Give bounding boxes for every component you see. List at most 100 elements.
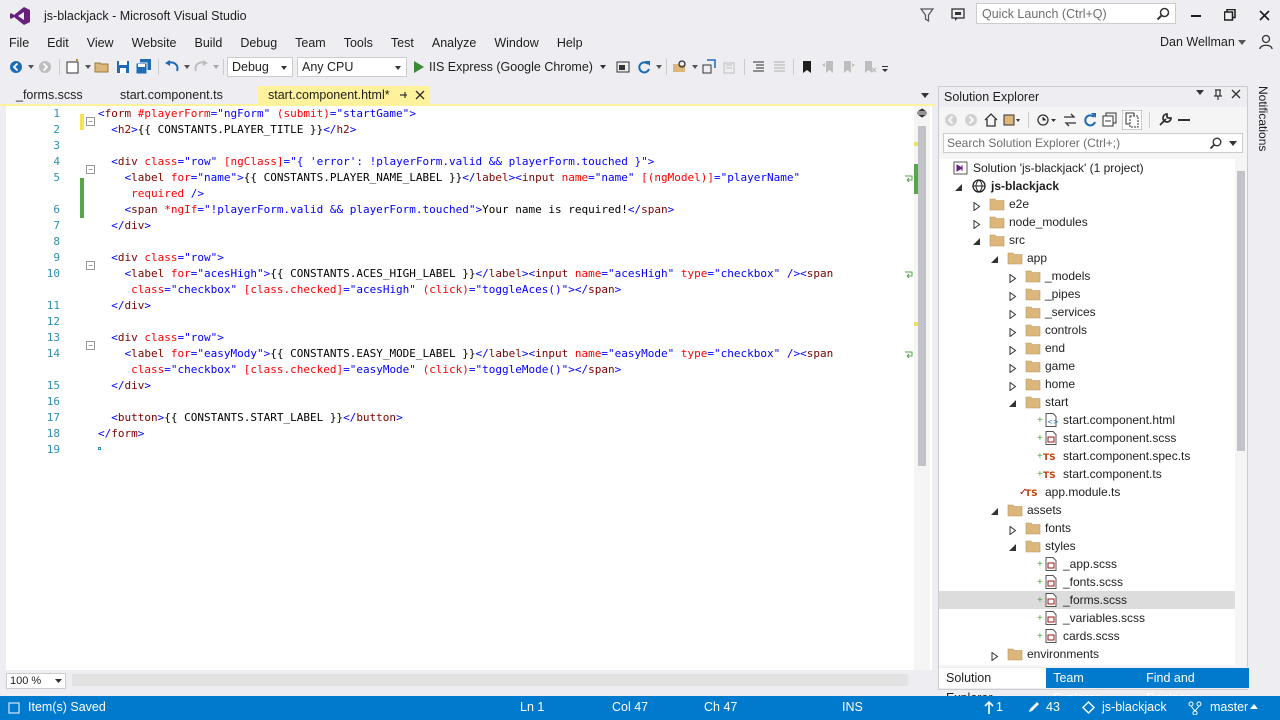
status-insert-mode[interactable]: INS — [842, 700, 863, 714]
tree-node-start-component-ts[interactable]: + TS start.component.ts — [1037, 465, 1162, 483]
user-account-icon[interactable] — [1258, 34, 1274, 50]
filter-icon[interactable] — [920, 7, 934, 23]
tree-node-start-component-spec-ts[interactable]: + TS start.component.spec.ts — [1037, 447, 1190, 465]
menu-file[interactable]: File — [0, 36, 38, 50]
code-line[interactable]: <label for="easyMody">{{ CONSTANTS.EASY_… — [98, 346, 834, 362]
tree-node-styles[interactable]: styles — [1009, 537, 1076, 555]
tree-node-controls[interactable]: controls — [1009, 321, 1087, 339]
close-window-button[interactable] — [1254, 6, 1274, 24]
tree-node-start[interactable]: start — [1009, 393, 1068, 411]
user-name[interactable]: Dan Wellman — [1160, 35, 1235, 49]
tree-node-app[interactable]: app — [991, 249, 1047, 267]
tree-node-game[interactable]: game — [1009, 357, 1075, 375]
editor-vertical-scrollbar[interactable] — [914, 106, 930, 670]
previous-bookmark-button[interactable] — [818, 57, 838, 77]
forward-button[interactable] — [35, 57, 55, 77]
code-line[interactable]: <h2>{{ CONSTANTS.PLAYER_TITLE }}</h2> — [98, 122, 356, 138]
refresh-browser-button[interactable] — [634, 57, 654, 77]
solution-explorer-search-input[interactable]: Search Solution Explorer (Ctrl+;) — [943, 133, 1243, 153]
maximize-button[interactable] — [1220, 6, 1240, 24]
solution-configuration-select[interactable]: Debug — [227, 57, 293, 77]
collapse-arrow-icon[interactable] — [972, 238, 981, 246]
minimize-button[interactable] — [1186, 6, 1206, 24]
tree-node-models[interactable]: _models — [1009, 267, 1090, 285]
refresh-icon[interactable] — [1082, 112, 1098, 128]
menu-window[interactable]: Window — [485, 36, 547, 50]
find-in-files-button[interactable] — [670, 57, 690, 77]
collapse-arrow-icon[interactable] — [1008, 544, 1017, 552]
show-all-files-icon[interactable] — [1122, 110, 1142, 130]
editor-horizontal-scrollbar[interactable] — [72, 674, 908, 686]
comment-out-button[interactable] — [748, 57, 768, 77]
chevron-down-icon[interactable] — [1229, 141, 1237, 147]
clear-bookmarks-button[interactable] — [860, 57, 880, 77]
scrollbar-thumb[interactable] — [918, 126, 926, 466]
zoom-level-select[interactable]: 100 % — [6, 673, 66, 689]
tree-node-solution-js-blackjack-1-project[interactable]: Solution 'js-blackjack' (1 project) — [953, 159, 1144, 177]
code-line[interactable]: <form #playerForm="ngForm" (submit)="sta… — [98, 106, 416, 122]
save-all-button[interactable] — [134, 57, 154, 77]
tree-node-variables-scss[interactable]: + _variables.scss — [1037, 609, 1145, 627]
panel-options-icon[interactable] — [1195, 89, 1205, 97]
search-icon[interactable] — [1209, 137, 1222, 150]
undo-button[interactable] — [162, 57, 182, 77]
tree-node-services[interactable]: _services — [1009, 303, 1096, 321]
chevron-down-icon[interactable] — [183, 64, 191, 70]
collapse-region-icon[interactable]: − — [86, 341, 95, 350]
chevron-down-icon[interactable] — [599, 64, 607, 70]
menu-view[interactable]: View — [78, 36, 123, 50]
code-line[interactable]: <label for="acesHigh">{{ CONSTANTS.ACES_… — [98, 266, 834, 282]
menu-build[interactable]: Build — [186, 36, 232, 50]
quick-launch-input[interactable]: Quick Launch (Ctrl+Q) — [976, 3, 1176, 24]
expand-arrow-icon[interactable] — [1009, 382, 1017, 391]
chevron-down-icon[interactable] — [1238, 40, 1246, 46]
pencil-icon[interactable] — [1028, 701, 1040, 713]
code-line[interactable]: <div class="row"> — [98, 250, 224, 266]
menu-test[interactable]: Test — [382, 36, 423, 50]
menu-debug[interactable]: Debug — [231, 36, 286, 50]
close-panel-icon[interactable] — [1231, 89, 1241, 99]
code-line[interactable]: class="checkbox" [class.checked]="easyMo… — [98, 362, 621, 378]
tab-forms-scss[interactable]: _forms.scss — [6, 86, 93, 104]
toolbar-overflow-icon[interactable] — [881, 62, 889, 72]
expand-arrow-icon[interactable] — [1009, 274, 1017, 283]
home-icon[interactable] — [983, 112, 999, 128]
notifications-side-tab[interactable]: Notifications — [1254, 86, 1274, 186]
tab-find-and-replace[interactable]: Find and Replace — [1139, 668, 1249, 705]
pin-tab-icon[interactable] — [398, 90, 408, 100]
feedback-icon[interactable] — [950, 7, 966, 23]
branch-name[interactable]: master — [1210, 700, 1248, 714]
code-line[interactable]: </form> — [98, 426, 144, 442]
code-line[interactable]: <span *ngIf="!playerForm.valid && player… — [98, 202, 675, 218]
tree-node-js-blackjack[interactable]: js-blackjack — [955, 177, 1059, 195]
step-into-button[interactable] — [699, 57, 719, 77]
preview-selected-items-icon[interactable] — [1177, 113, 1191, 127]
tree-node-e2e[interactable]: e2e — [973, 195, 1029, 213]
search-icon[interactable] — [1156, 7, 1170, 21]
tree-node-pipes[interactable]: _pipes — [1009, 285, 1080, 303]
expand-arrow-icon[interactable] — [1009, 292, 1017, 301]
chevron-down-icon[interactable] — [691, 64, 699, 70]
switch-views-icon[interactable] — [1003, 112, 1021, 128]
save-button[interactable] — [113, 57, 133, 77]
repository-name[interactable]: js-blackjack — [1102, 700, 1167, 714]
solution-platform-select[interactable]: Any CPU — [297, 57, 407, 77]
code-line[interactable]: <div class="row" [ngClass]="{ 'error': !… — [98, 154, 654, 170]
tree-node-fonts-scss[interactable]: + _fonts.scss — [1037, 573, 1123, 591]
collapse-region-icon[interactable]: − — [86, 117, 95, 126]
branch-icon[interactable] — [1188, 701, 1202, 715]
code-line[interactable]: <label for="name">{{ CONSTANTS.PLAYER_NA… — [98, 170, 801, 186]
navigate-forward-icon[interactable] — [963, 112, 979, 128]
menu-team[interactable]: Team — [286, 36, 335, 50]
tree-node-node-modules[interactable]: node_modules — [973, 213, 1088, 231]
code-line[interactable]: <button>{{ CONSTANTS.START_LABEL }}</but… — [98, 410, 402, 426]
collapse-arrow-icon[interactable] — [990, 256, 999, 264]
expand-arrow-icon[interactable] — [1009, 328, 1017, 337]
chevron-down-icon[interactable] — [84, 64, 92, 70]
browser-link-button[interactable] — [613, 57, 633, 77]
menu-help[interactable]: Help — [548, 36, 592, 50]
collapse-all-icon[interactable] — [1102, 112, 1118, 128]
expand-arrow-icon[interactable] — [1009, 364, 1017, 373]
tree-node-home[interactable]: home — [1009, 375, 1075, 393]
tab-solution-explorer[interactable]: Solution Explorer — [939, 668, 1047, 705]
